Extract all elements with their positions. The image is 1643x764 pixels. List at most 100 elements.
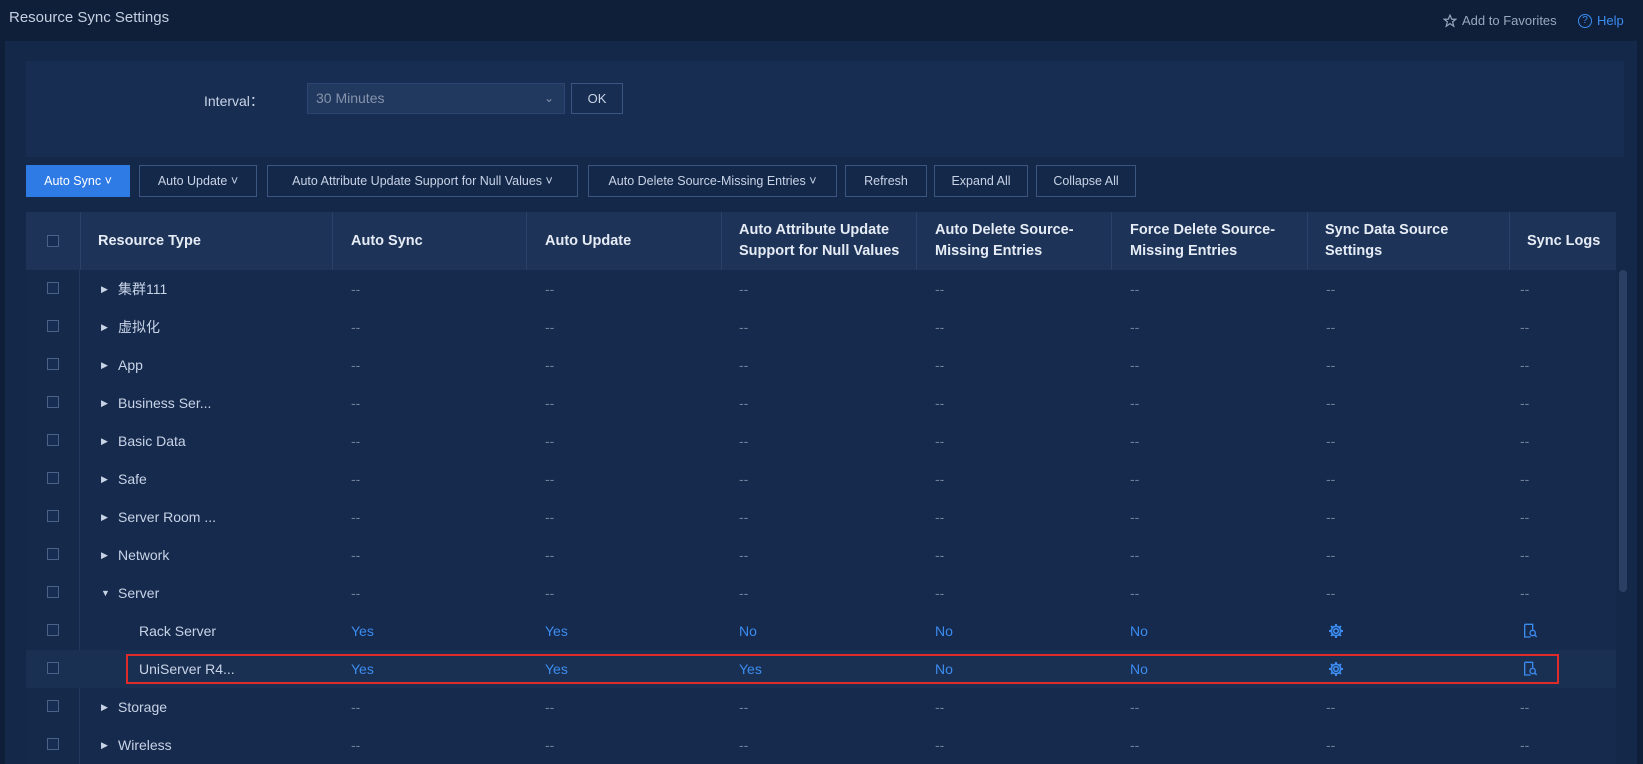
vertical-scrollbar[interactable]: [1619, 270, 1627, 592]
table-row[interactable]: ▶ 虚拟化 -- -- -- -- -- -- --: [26, 308, 1616, 346]
sync-ds-cell: --: [1326, 585, 1336, 601]
table-row[interactable]: ▶ Network -- -- -- -- -- -- --: [26, 536, 1616, 574]
auto-sync-cell: --: [351, 699, 361, 715]
auto-delete-button[interactable]: Auto Delete Source-Missing Entries ˅: [588, 165, 837, 197]
column-header-sync-logs[interactable]: Sync Logs: [1527, 212, 1617, 270]
row-checkbox[interactable]: [47, 624, 59, 636]
force-delete-cell: --: [1130, 509, 1140, 525]
force-delete-cell[interactable]: No: [1130, 612, 1148, 650]
caret-right-icon[interactable]: ▶: [101, 550, 108, 561]
top-bar: Resource Sync Settings Add to Favorites …: [0, 0, 1643, 40]
column-header-auto-sync[interactable]: Auto Sync: [351, 212, 531, 270]
select-all-checkbox[interactable]: [47, 235, 59, 247]
auto-update-cell: --: [545, 547, 555, 563]
sync-ds-cell: --: [1326, 433, 1336, 449]
auto-attr-cell: --: [739, 433, 749, 449]
force-delete-cell: --: [1130, 357, 1140, 373]
row-checkbox[interactable]: [47, 662, 59, 674]
column-header-auto-update[interactable]: Auto Update: [545, 212, 725, 270]
column-divider: [1111, 212, 1112, 270]
auto-attr-cell[interactable]: No: [739, 612, 757, 650]
auto-attr-null-button-label: Auto Attribute Update Support for Null V…: [292, 174, 543, 188]
caret-right-icon[interactable]: ▶: [101, 740, 108, 751]
column-header-force-delete[interactable]: Force Delete Source- Missing Entries: [1130, 212, 1320, 270]
auto-attr-null-button[interactable]: Auto Attribute Update Support for Null V…: [267, 165, 578, 197]
row-checkbox[interactable]: [47, 396, 59, 408]
column-header-label: Force Delete Source-: [1130, 222, 1276, 238]
row-checkbox[interactable]: [47, 282, 59, 294]
row-checkbox[interactable]: [47, 434, 59, 446]
column-header-auto-delete[interactable]: Auto Delete Source- Missing Entries: [935, 212, 1125, 270]
chevron-down-icon: ˅: [809, 174, 817, 188]
caret-right-icon[interactable]: ▶: [101, 512, 108, 523]
caret-right-icon[interactable]: ▶: [101, 322, 108, 333]
interval-label: Interval：: [204, 93, 264, 109]
collapse-all-button[interactable]: Collapse All: [1036, 165, 1136, 197]
auto-attr-cell: --: [739, 737, 749, 753]
row-checkbox[interactable]: [47, 510, 59, 522]
table-row[interactable]: ▶ Server Room ... -- -- -- -- -- -- --: [26, 498, 1616, 536]
gear-icon[interactable]: [1328, 623, 1344, 639]
table-row[interactable]: ▶ Storage -- -- -- -- -- -- --: [26, 688, 1616, 726]
column-header-resource-type[interactable]: Resource Type: [98, 212, 328, 270]
table-row[interactable]: Rack Server Yes Yes No No No: [26, 612, 1616, 650]
resource-type-cell: 虚拟化: [118, 319, 160, 335]
auto-delete-cell: --: [935, 357, 945, 373]
column-header-label: Missing Entries: [935, 243, 1043, 259]
auto-delete-cell: --: [935, 585, 945, 601]
help-link[interactable]: ? Help: [1578, 13, 1624, 28]
auto-delete-cell: --: [935, 699, 945, 715]
caret-right-icon[interactable]: ▶: [101, 702, 108, 713]
caret-right-icon[interactable]: ▶: [101, 360, 108, 371]
force-delete-cell: --: [1130, 281, 1140, 297]
sync-logs-cell: --: [1520, 737, 1530, 753]
auto-attr-cell: --: [739, 319, 749, 335]
expand-all-button[interactable]: Expand All: [934, 165, 1028, 197]
add-to-favorites-link[interactable]: Add to Favorites: [1443, 13, 1557, 28]
caret-right-icon[interactable]: ▶: [101, 284, 108, 295]
refresh-button[interactable]: Refresh: [845, 165, 927, 197]
ok-button[interactable]: OK: [571, 83, 623, 114]
caret-right-icon[interactable]: ▶: [101, 474, 108, 485]
column-header-label: Support for Null Values: [739, 243, 900, 259]
row-checkbox[interactable]: [47, 586, 59, 598]
auto-sync-cell[interactable]: Yes: [351, 612, 374, 650]
table-row[interactable]: ▶ Wireless -- -- -- -- -- -- --: [26, 726, 1616, 764]
table-row[interactable]: ▶ 集群111 -- -- -- -- -- -- --: [26, 270, 1616, 308]
table-row[interactable]: ▶ Business Ser... -- -- -- -- -- -- --: [26, 384, 1616, 422]
sync-logs-cell: --: [1520, 319, 1530, 335]
row-checkbox[interactable]: [47, 548, 59, 560]
caret-right-icon[interactable]: ▶: [101, 436, 108, 447]
sync-logs-cell: --: [1520, 281, 1530, 297]
table-row[interactable]: ▶ App -- -- -- -- -- -- --: [26, 346, 1616, 384]
row-checkbox[interactable]: [47, 320, 59, 332]
log-search-icon[interactable]: [1522, 623, 1538, 639]
sync-ds-cell: --: [1326, 357, 1336, 373]
auto-sync-button[interactable]: Auto Sync ˅: [26, 165, 130, 197]
sync-logs-cell: --: [1520, 357, 1530, 373]
auto-attr-cell: --: [739, 471, 749, 487]
column-header-sync-data-source[interactable]: Sync Data Source Settings: [1325, 212, 1515, 270]
resource-type-cell: Wireless: [118, 737, 172, 753]
auto-attr-cell: --: [739, 281, 749, 297]
table-row[interactable]: ▶ Safe -- -- -- -- -- -- --: [26, 460, 1616, 498]
table-row[interactable]: ▶ Basic Data -- -- -- -- -- -- --: [26, 422, 1616, 460]
auto-update-button[interactable]: Auto Update ˅: [139, 165, 257, 197]
caret-right-icon[interactable]: ▶: [101, 398, 108, 409]
chevron-down-icon: ˅: [230, 174, 239, 188]
row-checkbox[interactable]: [47, 472, 59, 484]
row-checkbox[interactable]: [47, 738, 59, 750]
row-checkbox[interactable]: [47, 358, 59, 370]
auto-update-cell[interactable]: Yes: [545, 612, 568, 650]
resource-type-cell: Safe: [118, 471, 147, 487]
row-checkbox[interactable]: [47, 700, 59, 712]
table-row[interactable]: ▼ Server -- -- -- -- -- -- --: [26, 574, 1616, 612]
caret-down-icon[interactable]: ▼: [101, 588, 110, 598]
sync-ds-cell: --: [1326, 699, 1336, 715]
sync-logs-cell: --: [1520, 585, 1530, 601]
resource-type-cell: Server: [118, 585, 160, 601]
interval-select[interactable]: 30 Minutes ⌄: [307, 83, 565, 114]
auto-delete-cell[interactable]: No: [935, 612, 953, 650]
column-header-auto-attr-null[interactable]: Auto Attribute Update Support for Null Va…: [739, 212, 929, 270]
auto-update-cell: --: [545, 737, 555, 753]
